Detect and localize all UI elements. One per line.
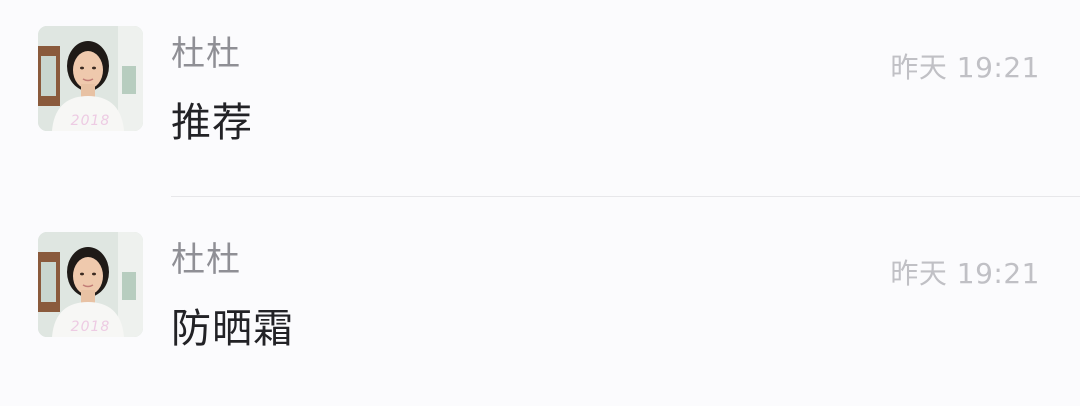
chat-list-item[interactable]: 2018 杜杜 昨天 19:21 防晒霜 xyxy=(0,206,1080,406)
avatar-caption: 2018 xyxy=(70,319,111,335)
divider xyxy=(171,196,1080,197)
avatar[interactable]: 2018 xyxy=(38,232,143,337)
message-time: 昨天 19:21 xyxy=(890,51,1040,84)
message-preview: 防晒霜 xyxy=(171,306,294,352)
sender-name: 杜杜 xyxy=(171,34,241,74)
sender-name: 杜杜 xyxy=(171,240,241,280)
chat-list-item[interactable]: 2018 杜杜 昨天 19:21 推荐 xyxy=(0,0,1080,200)
avatar[interactable]: 2018 xyxy=(38,26,143,131)
message-time: 昨天 19:21 xyxy=(890,257,1040,290)
message-preview: 推荐 xyxy=(171,100,253,146)
avatar-caption: 2018 xyxy=(70,113,111,129)
